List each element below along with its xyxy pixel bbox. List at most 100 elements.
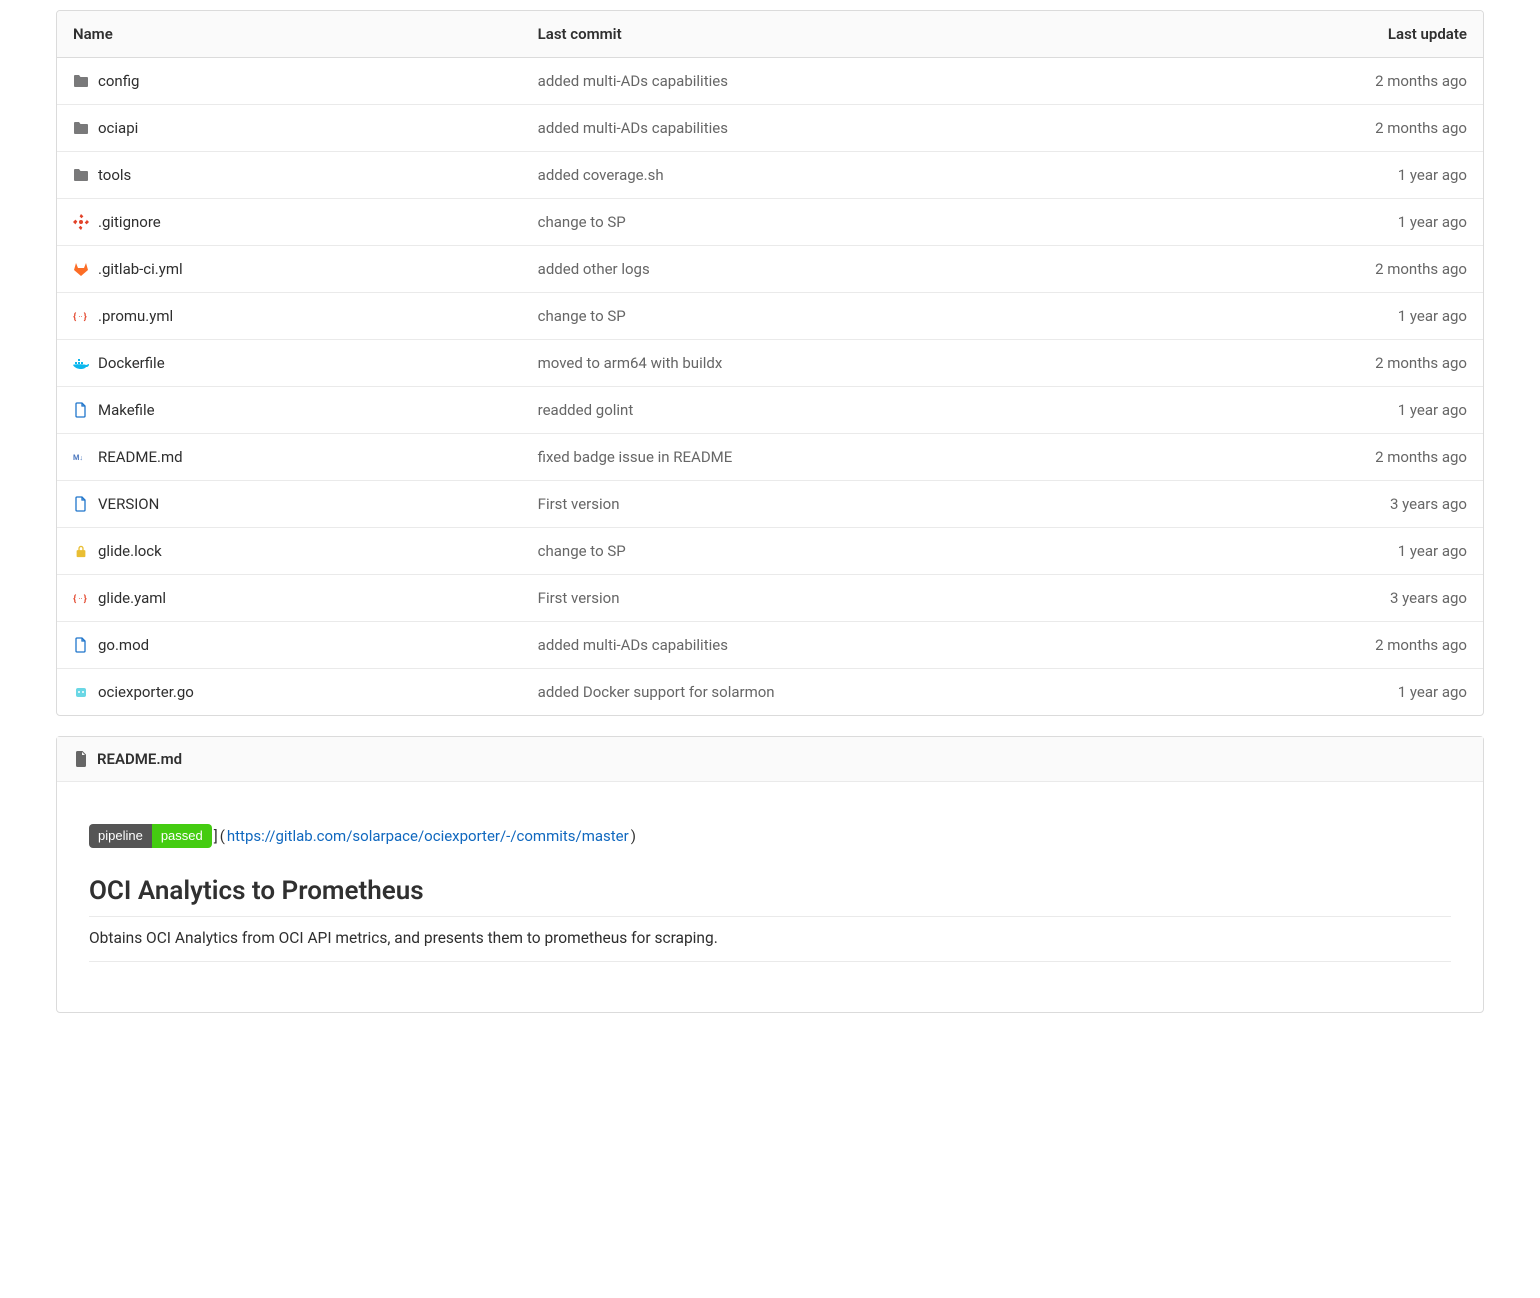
badge-left: pipeline (89, 824, 152, 848)
file-row[interactable]: {··}glide.yamlFirst version3 years ago (57, 575, 1483, 622)
file-commit[interactable]: First version (538, 495, 1142, 513)
file-name-cell[interactable]: .gitlab-ci.yml (73, 260, 538, 278)
file-row[interactable]: Makefile readded golint1 year ago (57, 387, 1483, 434)
file-icon (73, 496, 89, 512)
file-commit[interactable]: moved to arm64 with buildx (538, 354, 1142, 372)
header-commit: Last commit (538, 25, 1142, 43)
file-commit[interactable]: added multi-ADs capabilities (538, 119, 1142, 137)
file-name-cell[interactable]: glide.lock (73, 542, 538, 560)
file-row[interactable]: Dockerfilemoved to arm64 with buildx2 mo… (57, 340, 1483, 387)
file-row[interactable]: .gitignore change to SP1 year ago (57, 199, 1483, 246)
gitlab-icon (73, 261, 89, 277)
file-name: go.mod (98, 636, 149, 654)
svg-text:··: ·· (78, 313, 82, 322)
go-icon (73, 684, 89, 700)
file-row[interactable]: glide.lockchange to SP1 year ago (57, 528, 1483, 575)
badge-paren-right: ) (631, 827, 636, 845)
file-icon (73, 637, 89, 653)
file-name-cell[interactable]: VERSION (73, 495, 538, 513)
file-commit[interactable]: fixed badge issue in README (538, 448, 1142, 466)
file-row[interactable]: {··}.promu.ymlchange to SP1 year ago (57, 293, 1483, 340)
file-row[interactable]: tools added coverage.sh1 year ago (57, 152, 1483, 199)
file-name: .gitlab-ci.yml (98, 260, 183, 278)
readme-description: Obtains OCI Analytics from OCI API metri… (89, 929, 1451, 962)
file-row[interactable]: ociapiadded multi-ADs capabilities2 mont… (57, 105, 1483, 152)
folder-icon (73, 120, 89, 136)
file-name-cell[interactable]: .gitignore (73, 213, 538, 231)
file-tree-header: Name Last commit Last update (57, 11, 1483, 58)
file-icon (73, 402, 89, 418)
file-commit[interactable]: added coverage.sh (538, 166, 1142, 184)
file-update: 1 year ago (1142, 213, 1467, 231)
file-name: config (98, 72, 139, 90)
file-commit[interactable]: change to SP (538, 213, 1142, 231)
readme-filename: README.md (97, 750, 182, 768)
file-row[interactable]: configadded multi-ADs capabilities2 mont… (57, 58, 1483, 105)
file-name-cell[interactable]: ociapi (73, 119, 538, 137)
file-update: 2 months ago (1142, 448, 1467, 466)
file-update: 2 months ago (1142, 260, 1467, 278)
file-update: 2 months ago (1142, 354, 1467, 372)
file-update: 1 year ago (1142, 307, 1467, 325)
readme-heading: OCI Analytics to Prometheus (89, 876, 1451, 917)
file-name: README.md (98, 448, 183, 466)
file-row[interactable]: ociexporter.go added Docker support for s… (57, 669, 1483, 715)
file-name-cell[interactable]: Makefile (73, 401, 538, 419)
commits-link[interactable]: https://gitlab.com/solarpace/ociexporter… (227, 827, 629, 845)
file-name: ociexporter.go (98, 683, 194, 701)
file-commit[interactable]: readded golint (538, 401, 1142, 419)
file-commit[interactable]: added Docker support for solarmon (538, 683, 1142, 701)
file-commit[interactable]: added multi-ADs capabilities (538, 636, 1142, 654)
file-commit[interactable]: change to SP (538, 307, 1142, 325)
badge-right: passed (152, 824, 212, 848)
file-commit[interactable]: added multi-ADs capabilities (538, 72, 1142, 90)
file-name-cell[interactable]: {··} glide.yaml (73, 589, 538, 607)
badge-paren-left: ( (220, 827, 225, 845)
file-row[interactable]: VERSIONFirst version3 years ago (57, 481, 1483, 528)
file-update: 2 months ago (1142, 636, 1467, 654)
header-name: Name (73, 25, 538, 43)
file-update: 1 year ago (1142, 542, 1467, 560)
svg-text:{: { (73, 594, 76, 605)
svg-text:{: { (73, 312, 76, 323)
svg-text:}: } (84, 594, 87, 605)
file-name-cell[interactable]: ociexporter.go (73, 683, 538, 701)
file-update: 1 year ago (1142, 401, 1467, 419)
file-commit[interactable]: First version (538, 589, 1142, 607)
readme-header: README.md (57, 737, 1483, 782)
pipeline-badge-row: pipeline passed ] ( https://gitlab.com/s… (89, 824, 1451, 848)
file-name: Makefile (98, 401, 155, 419)
yaml-icon: {··} (73, 308, 89, 324)
markdown-icon: M↓ (73, 449, 89, 465)
file-name-cell[interactable]: tools (73, 166, 538, 184)
file-name-cell[interactable]: {··}.promu.yml (73, 307, 538, 325)
header-update: Last update (1142, 25, 1467, 43)
file-row[interactable]: .gitlab-ci.yml added other logs2 months a… (57, 246, 1483, 293)
file-row[interactable]: go.mod added multi-ADs capabilities2 mont… (57, 622, 1483, 669)
readme-body: pipeline passed ] ( https://gitlab.com/s… (57, 782, 1483, 1012)
file-text-icon (73, 751, 89, 767)
file-update: 1 year ago (1142, 683, 1467, 701)
file-commit[interactable]: added other logs (538, 260, 1142, 278)
file-name-cell[interactable]: M↓ README.md (73, 448, 538, 466)
file-name: glide.yaml (98, 589, 166, 607)
file-commit[interactable]: change to SP (538, 542, 1142, 560)
pipeline-badge[interactable]: pipeline passed (89, 824, 212, 848)
gitignore-icon (73, 214, 89, 230)
file-rows: configadded multi-ADs capabilities2 mont… (57, 58, 1483, 715)
file-name-cell[interactable]: config (73, 72, 538, 90)
folder-icon (73, 167, 89, 183)
file-row[interactable]: M↓ README.md fixed badge issue in README2 … (57, 434, 1483, 481)
yaml-icon: {··} (73, 590, 89, 606)
file-name: tools (98, 166, 131, 184)
readme-panel: README.md pipeline passed ] ( https://gi… (56, 736, 1484, 1013)
file-name: .gitignore (98, 213, 161, 231)
file-name-cell[interactable]: Dockerfile (73, 354, 538, 372)
file-name-cell[interactable]: go.mod (73, 636, 538, 654)
file-update: 3 years ago (1142, 495, 1467, 513)
svg-text:M↓: M↓ (73, 453, 83, 462)
file-update: 1 year ago (1142, 166, 1467, 184)
svg-text:··: ·· (78, 595, 82, 604)
file-update: 2 months ago (1142, 119, 1467, 137)
lock-icon (73, 543, 89, 559)
